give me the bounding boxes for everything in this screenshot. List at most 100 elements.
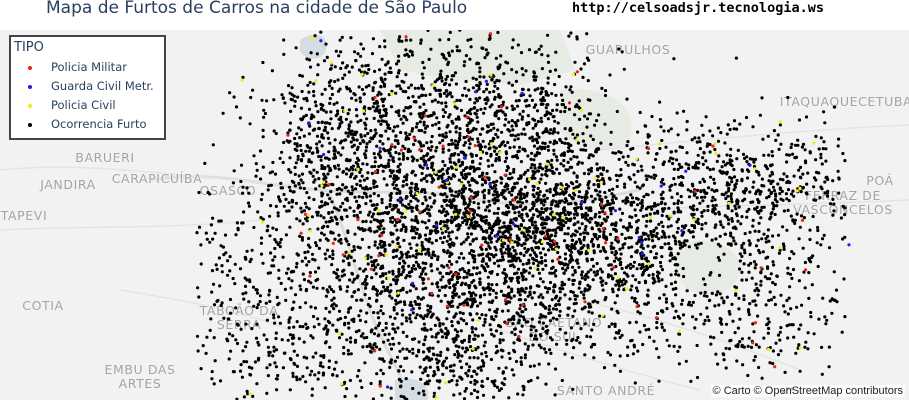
- point-ocorrencia-furto: [358, 96, 362, 100]
- point-ocorrencia-furto: [474, 327, 478, 331]
- point-ocorrencia-furto: [499, 95, 503, 99]
- point-ocorrencia-furto: [572, 171, 576, 175]
- point-ocorrencia-furto: [531, 223, 535, 227]
- point-ocorrencia-furto: [683, 243, 687, 247]
- point-ocorrencia-furto: [381, 266, 385, 270]
- point-ocorrencia-furto: [716, 126, 721, 130]
- point-ocorrencia-furto: [359, 135, 363, 139]
- point-ocorrencia-furto: [356, 145, 360, 149]
- point-ocorrencia-furto: [801, 186, 806, 190]
- point-ocorrencia-furto: [433, 323, 437, 327]
- point-ocorrencia-furto: [536, 186, 540, 190]
- point-ocorrencia-furto: [604, 235, 609, 239]
- point-ocorrencia-furto: [451, 274, 455, 279]
- point-ocorrencia-furto: [558, 290, 562, 294]
- point-ocorrencia-furto: [475, 272, 479, 276]
- point-ocorrencia-furto: [631, 162, 635, 166]
- point-ocorrencia-furto: [745, 160, 749, 164]
- point-ocorrencia-furto: [629, 255, 634, 259]
- point-ocorrencia-furto: [520, 213, 524, 217]
- point-ocorrencia-furto: [475, 61, 479, 65]
- point-ocorrencia-furto: [437, 126, 441, 131]
- point-ocorrencia-furto: [444, 131, 448, 135]
- point-ocorrencia-furto: [472, 126, 476, 131]
- point-ocorrencia-furto: [841, 151, 845, 156]
- point-ocorrencia-furto: [480, 264, 484, 268]
- point-ocorrencia-furto: [319, 155, 323, 159]
- point-ocorrencia-furto: [458, 127, 462, 131]
- point-ocorrencia-furto: [563, 105, 568, 110]
- point-ocorrencia-furto: [701, 177, 705, 181]
- point-ocorrencia-furto: [489, 122, 493, 126]
- point-ocorrencia-furto: [288, 91, 292, 95]
- point-ocorrencia-furto: [492, 126, 496, 130]
- point-ocorrencia-furto: [328, 96, 332, 101]
- point-ocorrencia-furto: [395, 220, 399, 225]
- point-ocorrencia-furto: [489, 328, 493, 332]
- point-ocorrencia-furto: [430, 99, 434, 103]
- point-ocorrencia-furto: [492, 74, 496, 78]
- point-ocorrencia-furto: [530, 217, 534, 221]
- point-ocorrencia-furto: [503, 251, 507, 255]
- point-ocorrencia-furto: [340, 217, 344, 221]
- point-ocorrencia-furto: [423, 130, 427, 134]
- point-ocorrencia-furto: [383, 249, 387, 253]
- point-ocorrencia-furto: [682, 274, 686, 279]
- point-ocorrencia-furto: [357, 204, 362, 208]
- point-ocorrencia-furto: [265, 99, 269, 103]
- point-ocorrencia-furto: [503, 197, 508, 201]
- point-ocorrencia-furto: [389, 386, 393, 390]
- point-ocorrencia-furto: [591, 342, 595, 347]
- point-ocorrencia-furto: [728, 158, 732, 162]
- point-ocorrencia-furto: [414, 197, 418, 201]
- point-ocorrencia-furto: [676, 167, 680, 172]
- point-ocorrencia-furto: [730, 180, 734, 184]
- point-ocorrencia-furto: [379, 122, 383, 126]
- point-ocorrencia-furto: [677, 162, 681, 166]
- point-ocorrencia-furto: [354, 108, 358, 112]
- point-ocorrencia-furto: [408, 303, 412, 307]
- point-ocorrencia-furto: [391, 129, 395, 133]
- point-ocorrencia-furto: [645, 141, 650, 145]
- point-ocorrencia-furto: [446, 60, 451, 64]
- point-ocorrencia-furto: [487, 188, 491, 192]
- point-ocorrencia-furto: [309, 146, 313, 150]
- point-ocorrencia-furto: [602, 366, 607, 370]
- point-ocorrencia-furto: [690, 213, 695, 217]
- point-ocorrencia-furto: [747, 207, 751, 211]
- point-ocorrencia-furto: [404, 196, 408, 200]
- point-ocorrencia-furto: [775, 274, 779, 278]
- point-ocorrencia-furto: [478, 280, 482, 285]
- point-ocorrencia-furto: [667, 206, 671, 210]
- point-ocorrencia-furto: [272, 129, 276, 133]
- point-ocorrencia-furto: [603, 190, 607, 195]
- point-ocorrencia-furto: [542, 203, 546, 207]
- point-ocorrencia-furto: [564, 137, 568, 141]
- point-ocorrencia-furto: [418, 120, 422, 124]
- point-ocorrencia-furto: [619, 168, 623, 172]
- point-ocorrencia-furto: [624, 226, 629, 230]
- point-ocorrencia-furto: [468, 97, 472, 101]
- site-url-link[interactable]: http://celsoadsjr.tecnologia.ws: [572, 0, 824, 16]
- point-ocorrencia-furto: [322, 59, 327, 63]
- point-ocorrencia-furto: [529, 157, 533, 161]
- point-ocorrencia-furto: [540, 216, 545, 220]
- point-ocorrencia-furto: [408, 313, 412, 317]
- point-ocorrencia-furto: [372, 179, 376, 183]
- point-ocorrencia-furto: [636, 226, 640, 230]
- point-ocorrencia-furto: [562, 263, 567, 267]
- point-ocorrencia-furto: [639, 164, 643, 168]
- point-ocorrencia-furto: [441, 108, 445, 112]
- point-ocorrencia-furto: [566, 210, 570, 214]
- point-ocorrencia-furto: [401, 157, 405, 161]
- point-ocorrencia-furto: [335, 175, 339, 179]
- point-ocorrencia-furto: [538, 162, 542, 166]
- point-ocorrencia-furto: [489, 226, 493, 230]
- point-ocorrencia-furto: [652, 339, 656, 343]
- point-ocorrencia-furto: [553, 234, 557, 238]
- point-ocorrencia-furto: [742, 297, 746, 302]
- point-ocorrencia-furto: [742, 248, 747, 252]
- point-ocorrencia-furto: [357, 158, 361, 162]
- point-ocorrencia-furto: [384, 109, 388, 113]
- point-ocorrencia-furto: [818, 196, 822, 200]
